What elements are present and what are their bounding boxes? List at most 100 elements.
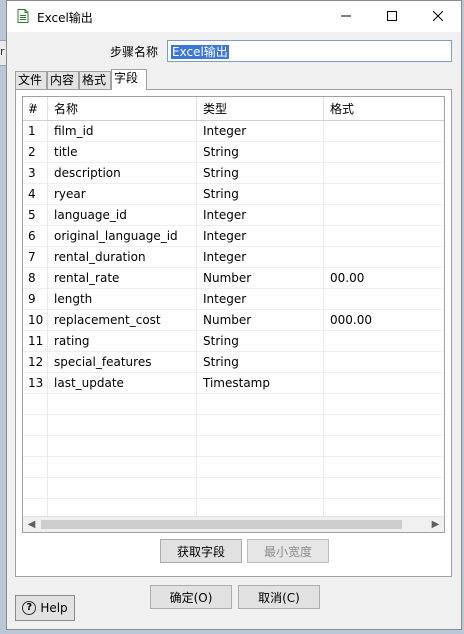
field-format-cell[interactable]: 00.00	[324, 268, 444, 289]
field-name-cell[interactable]: last_update	[48, 373, 197, 394]
row-number-cell[interactable]: 13	[23, 373, 48, 394]
close-button[interactable]	[415, 1, 461, 32]
field-type-cell[interactable]: Timestamp	[197, 373, 324, 394]
field-type-cell[interactable]: String	[197, 331, 324, 352]
field-format-cell[interactable]	[324, 373, 444, 394]
field-format-cell[interactable]	[324, 478, 444, 499]
row-number-cell[interactable]	[23, 478, 48, 499]
help-button[interactable]: ? Help	[15, 595, 75, 621]
field-type-cell[interactable]: String	[197, 352, 324, 373]
row-number-cell[interactable]: 4	[23, 184, 48, 205]
field-type-cell[interactable]: Number	[197, 268, 324, 289]
field-type-cell[interactable]: Integer	[197, 226, 324, 247]
table-row[interactable]: 12 special_features String	[23, 352, 444, 373]
row-number-cell[interactable]	[23, 436, 48, 457]
field-name-cell[interactable]	[48, 436, 197, 457]
cancel-button[interactable]: 取消(C)	[238, 585, 320, 609]
tab-content[interactable]: 内容	[47, 71, 79, 89]
row-number-cell[interactable]	[23, 394, 48, 415]
field-format-cell[interactable]	[324, 415, 444, 436]
field-type-cell[interactable]: String	[197, 163, 324, 184]
field-format-cell[interactable]	[324, 247, 444, 268]
field-name-cell[interactable]	[48, 478, 197, 499]
table-row[interactable]: 9 length Integer	[23, 289, 444, 310]
field-name-cell[interactable]: title	[48, 142, 197, 163]
scroll-right-icon[interactable]: ▶	[427, 517, 444, 532]
row-number-cell[interactable]: 6	[23, 226, 48, 247]
table-row[interactable]: 4 ryear String	[23, 184, 444, 205]
row-number-cell[interactable]: 3	[23, 163, 48, 184]
get-fields-button[interactable]: 获取字段	[160, 539, 242, 563]
tab-format[interactable]: 格式	[79, 71, 111, 89]
row-number-cell[interactable]: 12	[23, 352, 48, 373]
table-row[interactable]: 1 film_id Integer	[23, 121, 444, 142]
field-type-cell[interactable]	[197, 457, 324, 478]
horizontal-scrollbar[interactable]: ◀ ▶	[22, 516, 445, 533]
field-format-cell[interactable]	[324, 226, 444, 247]
field-name-cell[interactable]: rental_duration	[48, 247, 197, 268]
field-format-cell[interactable]	[324, 163, 444, 184]
title-bar[interactable]: Excel输出	[7, 1, 461, 32]
field-name-cell[interactable]: rating	[48, 331, 197, 352]
field-name-cell[interactable]: special_features	[48, 352, 197, 373]
table-row[interactable]: 11 rating String	[23, 331, 444, 352]
ok-button[interactable]: 确定(O)	[150, 585, 232, 609]
empty-table-row[interactable]	[23, 478, 444, 499]
field-name-cell[interactable]: original_language_id	[48, 226, 197, 247]
row-number-cell[interactable]: 5	[23, 205, 48, 226]
row-number-cell[interactable]: 10	[23, 310, 48, 331]
field-type-cell[interactable]: Number	[197, 310, 324, 331]
field-name-cell[interactable]: film_id	[48, 121, 197, 142]
scroll-left-icon[interactable]: ◀	[23, 517, 40, 532]
field-format-cell[interactable]	[324, 121, 444, 142]
field-format-cell[interactable]: 000.00	[324, 310, 444, 331]
field-type-cell[interactable]: Integer	[197, 247, 324, 268]
table-row[interactable]: 10 replacement_cost Number 000.00	[23, 310, 444, 331]
empty-table-row[interactable]	[23, 394, 444, 415]
min-width-button[interactable]: 最小宽度	[247, 539, 329, 563]
table-row[interactable]: 2 title String	[23, 142, 444, 163]
field-type-cell[interactable]: Integer	[197, 205, 324, 226]
column-header-name[interactable]: 名称	[48, 97, 197, 120]
field-name-cell[interactable]: ryear	[48, 184, 197, 205]
field-type-cell[interactable]: String	[197, 142, 324, 163]
field-type-cell[interactable]	[197, 394, 324, 415]
minimize-button[interactable]	[323, 1, 369, 32]
row-number-cell[interactable]: 11	[23, 331, 48, 352]
field-format-cell[interactable]	[324, 436, 444, 457]
field-name-cell[interactable]	[48, 394, 197, 415]
tab-fields[interactable]: 字段	[111, 69, 147, 90]
empty-table-row[interactable]	[23, 415, 444, 436]
field-type-cell[interactable]: String	[197, 184, 324, 205]
field-name-cell[interactable]: description	[48, 163, 197, 184]
row-number-cell[interactable]: 7	[23, 247, 48, 268]
table-row[interactable]: 7 rental_duration Integer	[23, 247, 444, 268]
table-row[interactable]: 3 description String	[23, 163, 444, 184]
field-format-cell[interactable]	[324, 142, 444, 163]
column-header-number[interactable]: ^ #	[23, 97, 48, 120]
step-name-input[interactable]: Excel输出	[167, 40, 452, 62]
row-number-cell[interactable]	[23, 457, 48, 478]
field-name-cell[interactable]	[48, 415, 197, 436]
maximize-button[interactable]	[369, 1, 415, 32]
table-row[interactable]: 13 last_update Timestamp	[23, 373, 444, 394]
table-row[interactable]: 6 original_language_id Integer	[23, 226, 444, 247]
field-type-cell[interactable]: Integer	[197, 121, 324, 142]
fields-table[interactable]: ^ # 名称 类型 格式 1 film_id Integer 2 title String…	[22, 96, 445, 532]
field-type-cell[interactable]	[197, 478, 324, 499]
table-row[interactable]: 8 rental_rate Number 00.00	[23, 268, 444, 289]
field-type-cell[interactable]	[197, 436, 324, 457]
tab-file[interactable]: 文件	[15, 71, 47, 89]
field-format-cell[interactable]	[324, 289, 444, 310]
row-number-cell[interactable]: 1	[23, 121, 48, 142]
column-header-type[interactable]: 类型	[197, 97, 324, 120]
row-number-cell[interactable]: 2	[23, 142, 48, 163]
field-name-cell[interactable]: language_id	[48, 205, 197, 226]
column-header-format[interactable]: 格式	[324, 97, 444, 120]
empty-table-row[interactable]	[23, 457, 444, 478]
row-number-cell[interactable]: 9	[23, 289, 48, 310]
field-name-cell[interactable]	[48, 457, 197, 478]
field-format-cell[interactable]	[324, 205, 444, 226]
field-type-cell[interactable]	[197, 415, 324, 436]
field-format-cell[interactable]	[324, 184, 444, 205]
